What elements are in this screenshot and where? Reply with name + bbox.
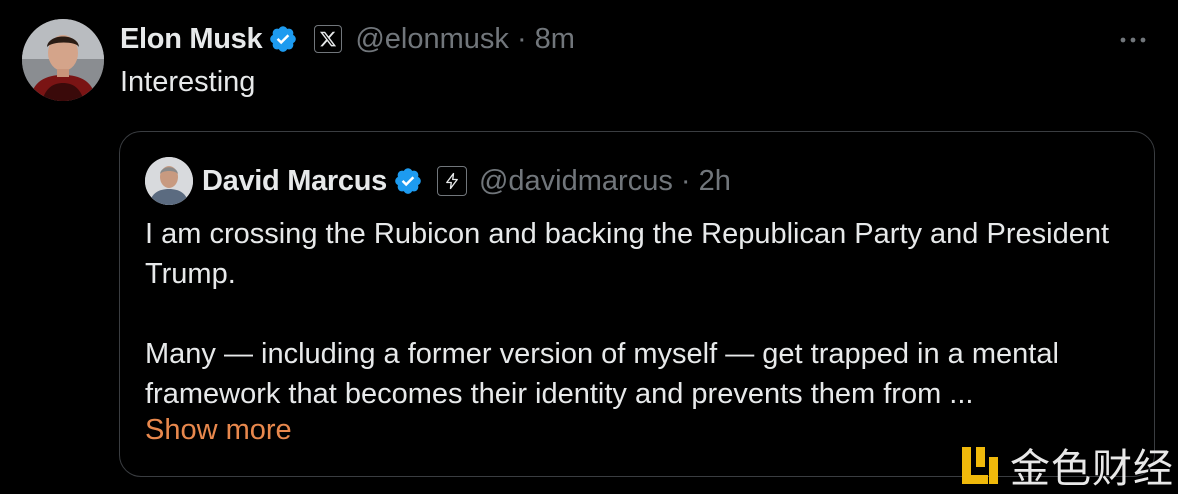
- quoted-author-handle-time[interactable]: @davidmarcus · 2h: [479, 165, 731, 198]
- lightning-icon[interactable]: [436, 166, 467, 196]
- jinse-logo-icon: [958, 443, 1002, 487]
- watermark: 金色财经: [958, 436, 1174, 494]
- avatar-image: [22, 19, 104, 101]
- quoted-paragraph-1: I am crossing the Rubicon and backing th…: [145, 218, 1110, 290]
- quoted-author-name[interactable]: David Marcus: [202, 165, 387, 198]
- author-name[interactable]: Elon Musk: [120, 23, 263, 56]
- post: Elon Musk @elonmusk · 8m Interesting Dav…: [0, 0, 1178, 492]
- quoted-verified-badge-icon[interactable]: [393, 166, 423, 196]
- avatar[interactable]: [22, 19, 104, 101]
- quoted-paragraph-2: Many — including a former version of mys…: [145, 338, 1059, 410]
- post-text: Interesting: [120, 66, 256, 98]
- post-header: Elon Musk @elonmusk · 8m: [120, 18, 575, 60]
- quoted-post-card[interactable]: David Marcus @davidmarcus · 2h I am cros…: [119, 131, 1155, 477]
- show-more-link[interactable]: Show more: [145, 414, 292, 447]
- watermark-text: 金色财经: [1010, 446, 1174, 492]
- quoted-post-text: I am crossing the Rubicon and backing th…: [145, 214, 1135, 414]
- more-horizontal-icon[interactable]: [1116, 30, 1150, 50]
- quoted-post-header: David Marcus @davidmarcus · 2h: [202, 160, 731, 202]
- quoted-avatar[interactable]: [145, 157, 193, 205]
- quoted-avatar-image: [145, 157, 193, 205]
- author-handle-time[interactable]: @elonmusk · 8m: [355, 23, 575, 56]
- x-logo-icon[interactable]: [314, 25, 343, 53]
- verified-badge-icon[interactable]: [268, 24, 298, 54]
